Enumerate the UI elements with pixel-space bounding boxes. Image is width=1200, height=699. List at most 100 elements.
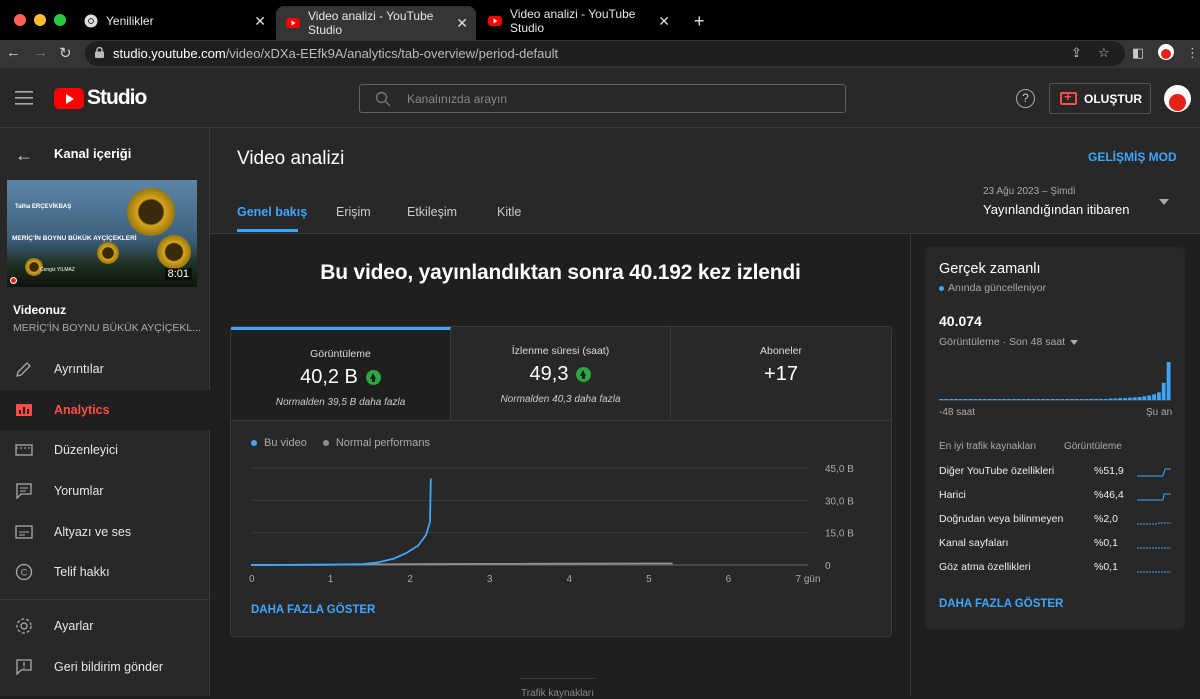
realtime-show-more-button[interactable]: DAHA FAZLA GÖSTER <box>939 598 1063 610</box>
share-icon[interactable]: ⇪ <box>1071 45 1082 61</box>
search-icon <box>375 91 391 107</box>
traffic-source-name: Harici <box>939 489 966 501</box>
close-tab-icon[interactable]: ✕ <box>658 13 670 30</box>
profile-avatar-icon[interactable] <box>1158 44 1174 60</box>
traffic-row[interactable]: Harici %46,4 <box>939 489 1174 501</box>
live-dot-icon <box>939 285 944 291</box>
browser-tab-analytics-active[interactable]: Video analizi - YouTube Studio ✕ <box>276 6 476 40</box>
realtime-bar <box>1070 399 1074 400</box>
channel-content-link[interactable]: Kanal içeriği <box>54 146 131 161</box>
browser-tab-analytics[interactable]: Video analizi - YouTube Studio ✕ <box>478 6 678 36</box>
realtime-bar <box>1050 399 1055 400</box>
active-tab-indicator <box>237 229 298 232</box>
sidebar-item-feedback[interactable]: Geri bildirim gönder <box>0 647 210 687</box>
sidebar-item-editor[interactable]: Düzenleyici <box>0 430 210 470</box>
traffic-row[interactable]: Kanal sayfaları %0,1 <box>939 537 1174 549</box>
chart-legend: Bu video Normal performans <box>251 437 430 449</box>
advanced-mode-button[interactable]: GELİŞMİŞ MOD <box>1088 150 1177 164</box>
help-icon[interactable]: ? <box>1016 89 1035 108</box>
realtime-bar-chart <box>939 362 1171 401</box>
realtime-bar <box>1079 399 1084 400</box>
tab-audience[interactable]: Kitle <box>497 205 521 219</box>
traffic-source-name: Doğrudan veya bilinmeyen <box>939 513 1064 525</box>
comment-icon <box>16 483 32 500</box>
close-tab-icon[interactable]: ✕ <box>254 13 266 30</box>
account-avatar[interactable] <box>1164 85 1191 112</box>
film-icon <box>15 444 33 456</box>
sidebar-item-comments[interactable]: Yorumlar <box>0 471 210 511</box>
create-button[interactable]: OLUŞTUR <box>1049 83 1151 114</box>
tab-engagement[interactable]: Etkileşim <box>407 205 457 219</box>
traffic-source-name: Kanal sayfaları <box>939 537 1009 549</box>
video-thumbnail[interactable]: Talha ERÇEVİKBAŞ MERİÇ'İN BOYNU BÜKÜK AY… <box>7 180 197 287</box>
minimize-window-button[interactable] <box>34 14 46 26</box>
new-tab-button[interactable]: + <box>684 6 715 36</box>
x-tick-label: 7 gün <box>795 574 820 585</box>
arrow-up-icon <box>365 370 381 385</box>
realtime-bar <box>1132 397 1137 400</box>
sidebar-item-settings[interactable]: Ayarlar <box>0 606 210 646</box>
realtime-bar <box>939 399 944 400</box>
y-tick-label: 15,0 B <box>825 529 854 540</box>
sparkline <box>1137 547 1171 549</box>
traffic-row[interactable]: Diğer YouTube özellikleri %51,9 <box>939 465 1174 477</box>
pencil-icon <box>16 362 31 377</box>
metric-watch-time[interactable]: İzlenme süresi (saat) 49,3 Normalden 40,… <box>451 327 671 420</box>
sidebar-item-subtitles[interactable]: Altyazı ve ses <box>0 512 210 552</box>
show-more-button[interactable]: DAHA FAZLA GÖSTER <box>251 604 375 616</box>
reload-icon[interactable]: ↻ <box>59 44 72 62</box>
browser-tab-news[interactable]: Yenilikler ✕ <box>74 6 274 36</box>
realtime-bar <box>1041 399 1045 400</box>
realtime-bar <box>1137 397 1142 400</box>
realtime-bar <box>1108 398 1113 400</box>
maximize-window-button[interactable] <box>54 14 66 26</box>
y-tick-label: 45,0 B <box>825 464 854 475</box>
close-tab-icon[interactable]: ✕ <box>456 15 468 32</box>
bookmark-star-icon[interactable]: ☆ <box>1098 45 1110 61</box>
realtime-bar <box>1021 399 1026 400</box>
chevron-down-icon[interactable] <box>1159 199 1169 205</box>
traffic-source-percent: %0,1 <box>1094 561 1118 573</box>
traffic-source-percent: %2,0 <box>1094 513 1118 525</box>
address-bar[interactable]: studio.youtube.com/video/xDXa-EEfk9A/ana… <box>85 41 1125 66</box>
traffic-row[interactable]: Doğrudan veya bilinmeyen %2,0 <box>939 513 1174 525</box>
tab-reach[interactable]: Erişim <box>336 205 371 219</box>
realtime-bar <box>1031 399 1036 400</box>
side-panel-icon[interactable]: ◧ <box>1132 45 1144 61</box>
video-label: Videonuz <box>13 303 67 317</box>
back-arrow-icon[interactable]: ← <box>15 145 33 166</box>
sidebar-item-copyright[interactable]: C Telif hakkı <box>0 552 210 592</box>
realtime-bar <box>1099 398 1103 400</box>
tab-overview[interactable]: Genel bakış <box>237 205 307 219</box>
hamburger-menu-icon[interactable] <box>15 91 33 105</box>
date-range-selector[interactable]: Yayınlandığından itibaren <box>983 202 1129 217</box>
svg-text:C: C <box>21 568 28 578</box>
metric-subscribers[interactable]: Aboneler +17 <box>671 327 891 420</box>
forward-arrow-icon[interactable]: → <box>33 44 48 61</box>
realtime-status: Anında güncelleniyor <box>939 282 1046 294</box>
date-range-sub: 23 Ağu 2023 – Şimdi <box>983 186 1076 197</box>
views-headline: Bu video, yayınlandıktan sonra 40.192 ke… <box>320 261 801 284</box>
realtime-bar <box>1074 399 1079 400</box>
studio-logo[interactable]: Studio <box>54 86 147 110</box>
realtime-bar <box>1002 399 1007 400</box>
realtime-bar <box>1036 399 1040 400</box>
browser-tab-bar: Yenilikler ✕ Video analizi - YouTube Stu… <box>0 0 1200 40</box>
browser-menu-icon[interactable]: ⋮ <box>1186 45 1199 61</box>
metric-views[interactable]: Görüntüleme 40,2 B Normalden 39,5 B daha… <box>231 327 451 420</box>
traffic-row[interactable]: Göz atma özellikleri %0,1 <box>939 561 1174 573</box>
channel-search-input[interactable]: Kanalınızda arayın <box>359 84 846 113</box>
x-tick-label: 6 <box>726 574 732 585</box>
back-arrow-icon[interactable]: ← <box>6 44 21 61</box>
sidebar-item-details[interactable]: Ayrıntılar <box>0 349 210 389</box>
realtime-bar <box>1123 398 1127 400</box>
close-window-button[interactable] <box>14 14 26 26</box>
realtime-bar <box>1128 397 1132 400</box>
realtime-bar <box>1016 399 1021 400</box>
realtime-bar <box>983 399 987 400</box>
youtube-logo-icon <box>54 87 84 109</box>
realtime-views-value: 40.074 <box>939 313 982 329</box>
sidebar-item-analytics[interactable]: Analytics <box>0 390 210 430</box>
realtime-period-selector[interactable]: Görüntüleme · Son 48 saat <box>939 336 1079 348</box>
traffic-header-source: En iyi trafik kaynakları <box>939 441 1037 452</box>
